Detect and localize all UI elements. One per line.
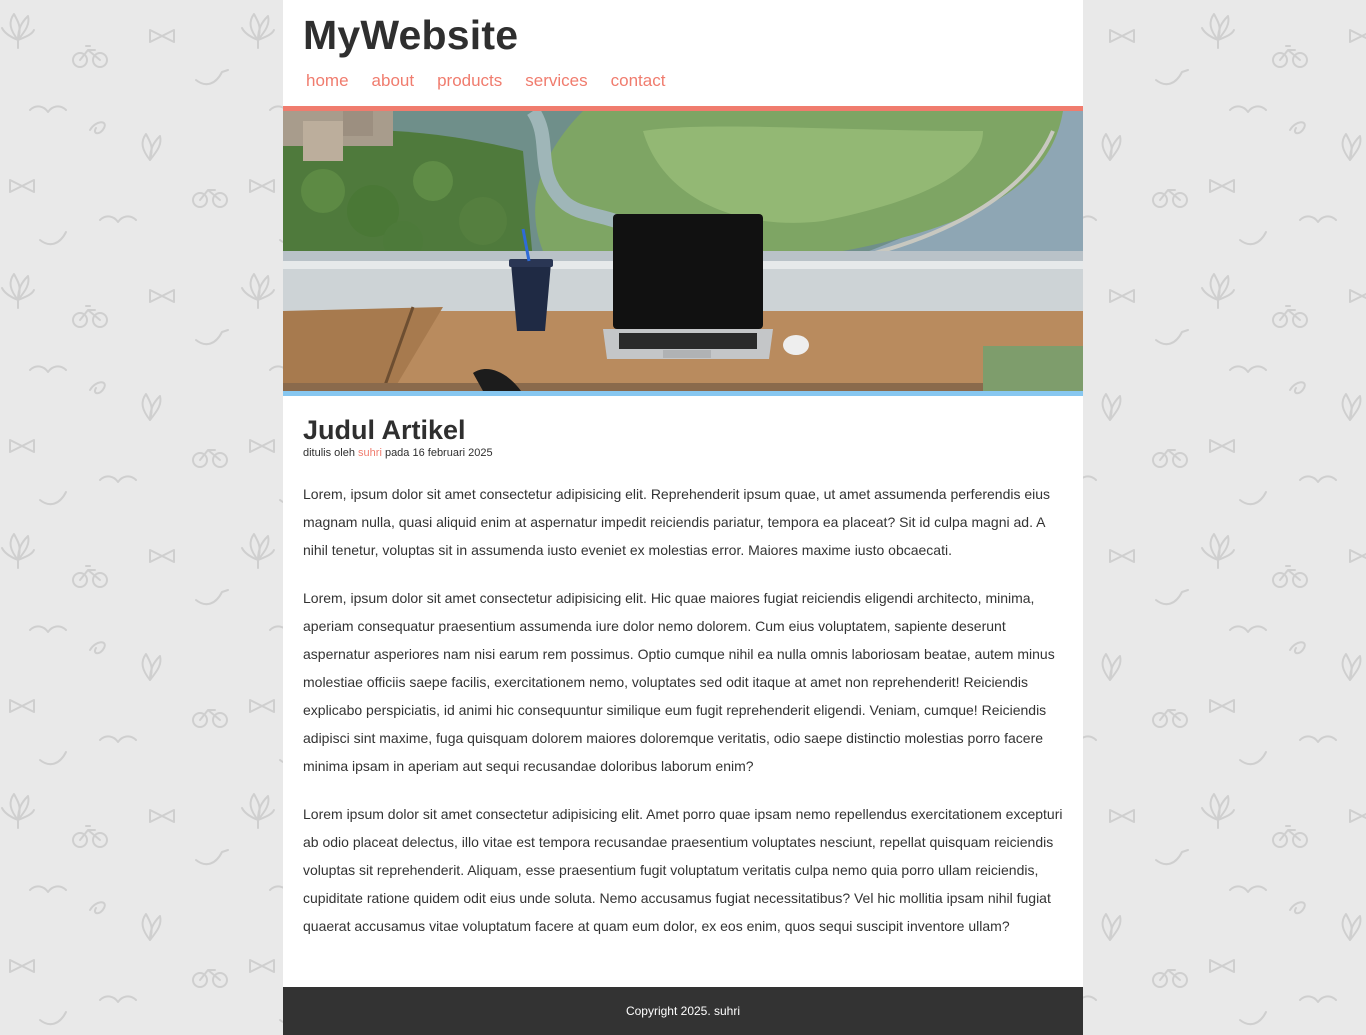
article-title: Judul Artikel <box>303 415 466 445</box>
article-paragraph: Lorem, ipsum dolor sit amet consectetur … <box>303 486 1051 558</box>
article-content: Lorem, ipsum dolor sit amet consectetur … <box>303 480 1063 940</box>
hero-banner <box>283 106 1083 396</box>
author-link[interactable]: suhri <box>358 447 382 459</box>
article: Judul Artikel ditulis oleh suhri pada 16… <box>283 396 1083 940</box>
meta-suffix: pada 16 februari 2025 <box>381 447 493 459</box>
article-paragraph: Lorem, ipsum dolor sit amet consectetur … <box>303 590 1055 774</box>
meta-prefix: ditulis oleh <box>303 447 359 459</box>
nav-about-link[interactable]: about <box>369 71 415 91</box>
nav-products-link[interactable]: products <box>434 71 502 91</box>
nav-home-link[interactable]: home <box>303 71 349 91</box>
nav-services-link[interactable]: services <box>522 71 587 91</box>
site-header: MyWebsite home about products services c… <box>283 0 1083 106</box>
page-container: MyWebsite home about products services c… <box>283 0 1083 1035</box>
nav-contact-link[interactable]: contact <box>608 71 666 91</box>
article-paragraph: Lorem ipsum dolor sit amet consectetur a… <box>303 806 1063 934</box>
site-title: MyWebsite <box>303 12 519 58</box>
main-nav: home about products services contact <box>303 71 1063 91</box>
article-meta: ditulis oleh suhri pada 16 februari 2025 <box>303 446 1063 460</box>
site-footer: Copyright 2025. suhri <box>283 987 1083 1035</box>
hero-image <box>283 111 1083 391</box>
copyright-text: Copyright 2025. suhri <box>625 1004 741 1018</box>
